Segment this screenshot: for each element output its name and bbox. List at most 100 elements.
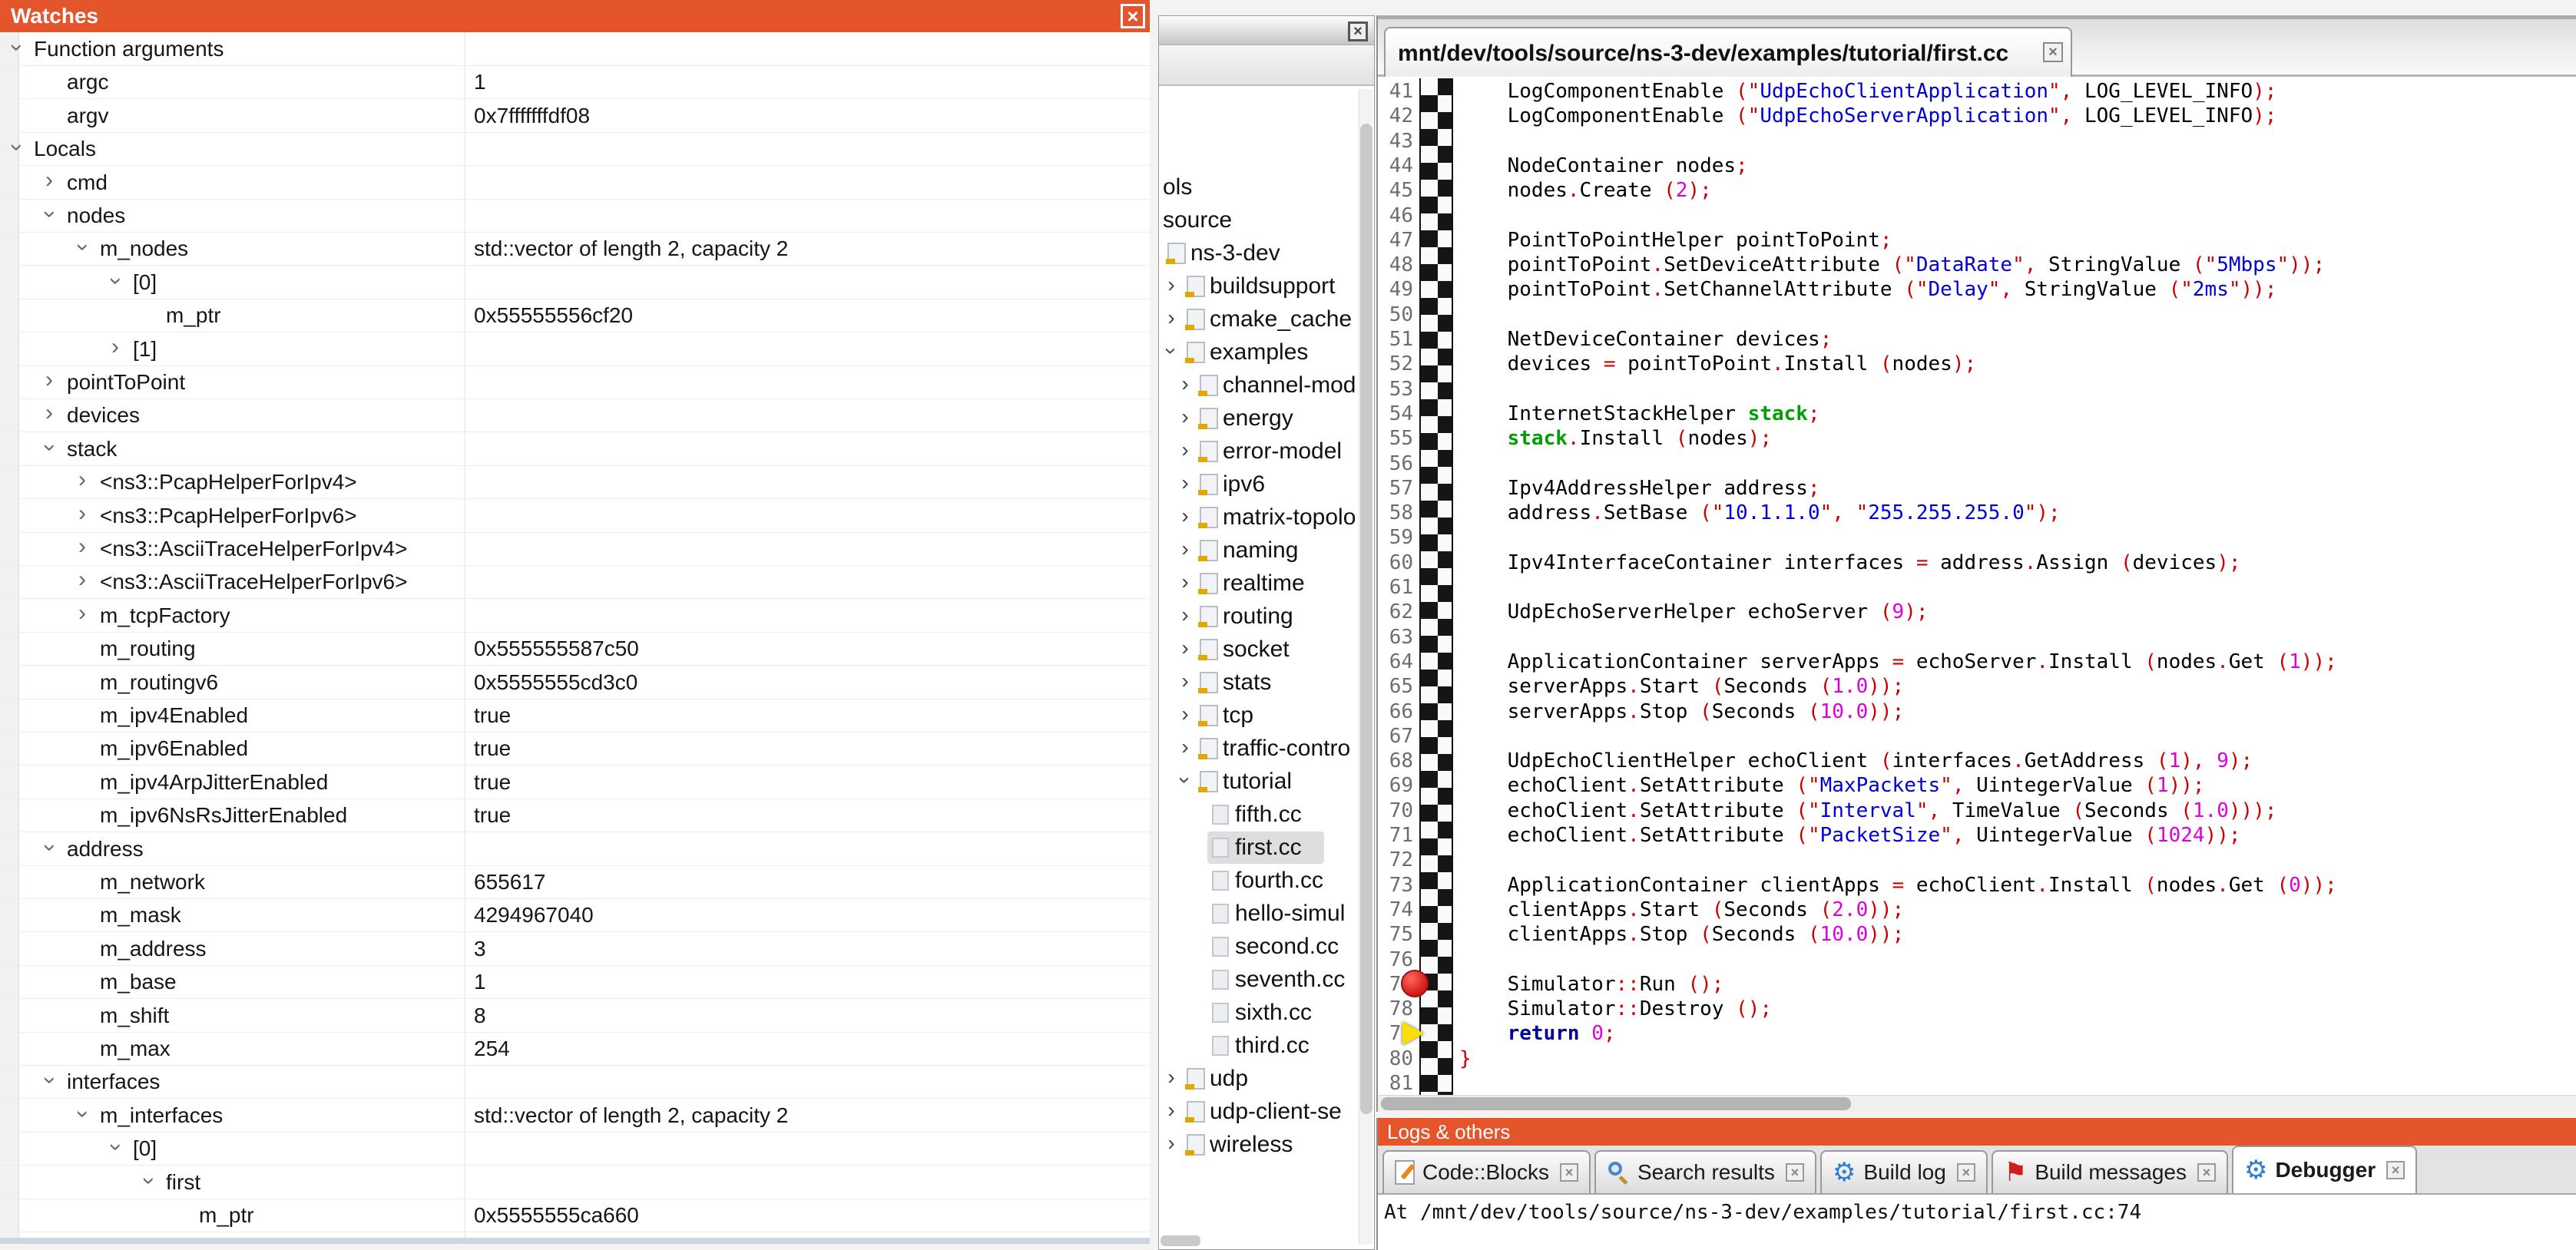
- line-number[interactable]: 44: [1378, 154, 1413, 177]
- watch-row[interactable]: m_ptr0x5555555ca660: [0, 1199, 1150, 1232]
- tree-body[interactable]: olssourcens-3-dev›buildsupport›cmake_cac…: [1159, 88, 1374, 1249]
- tree-item-udp-client-se[interactable]: ›udp-client-se: [1159, 1096, 1374, 1129]
- watch-row[interactable]: argc1: [0, 65, 1150, 99]
- watch-row[interactable]: ›<ns3::PcapHelperForIpv6>: [0, 499, 1150, 533]
- code-line-55[interactable]: 55 stack.Install (nodes);: [1378, 425, 2576, 451]
- tree-item-seventh-cc[interactable]: seventh.cc: [1159, 964, 1374, 997]
- expand-arrow-icon[interactable]: ›: [1161, 1131, 1181, 1156]
- line-number[interactable]: 50: [1378, 303, 1413, 326]
- code-line-54[interactable]: 54 InternetStackHelper stack;: [1378, 401, 2576, 426]
- watch-row[interactable]: m_routingv60x5555555cd3c0: [0, 666, 1150, 699]
- close-icon[interactable]: ×: [1786, 1163, 1804, 1182]
- line-number[interactable]: 46: [1378, 204, 1413, 227]
- line-number[interactable]: 55: [1378, 427, 1413, 450]
- code-line-57[interactable]: 57 Ipv4AddressHelper address;: [1378, 475, 2576, 501]
- expand-arrow-icon[interactable]: ›: [1175, 537, 1195, 561]
- line-number[interactable]: 75: [1378, 923, 1413, 946]
- tree-item-tcp[interactable]: ›tcp: [1159, 699, 1374, 732]
- code-area[interactable]: 41 LogComponentEnable ("UdpEchoClientApp…: [1378, 77, 2576, 1095]
- watch-row[interactable]: m_ipv6Enabledtrue: [0, 732, 1150, 766]
- line-number[interactable]: 67: [1378, 725, 1413, 748]
- code-line-47[interactable]: 47 PointToPointHelper pointToPoint;: [1378, 227, 2576, 253]
- line-number[interactable]: 49: [1378, 278, 1413, 301]
- line-number[interactable]: 48: [1378, 253, 1413, 276]
- code-line-68[interactable]: 68 UdpEchoClientHelper echoClient (inter…: [1378, 748, 2576, 773]
- line-number[interactable]: 42: [1378, 104, 1413, 127]
- code-line-43[interactable]: 43: [1378, 128, 2576, 154]
- tree-item-fourth-cc[interactable]: fourth.cc: [1159, 865, 1374, 898]
- logs-tab-build-log[interactable]: ⚙Build log×: [1820, 1150, 1988, 1193]
- close-icon[interactable]: ×: [2043, 42, 2063, 62]
- code-line-60[interactable]: 60 Ipv4InterfaceContainer interfaces = a…: [1378, 550, 2576, 575]
- tree-item-channel-mod[interactable]: ›channel-mod: [1159, 369, 1374, 402]
- expand-arrow-icon[interactable]: ›: [1175, 405, 1195, 429]
- line-number[interactable]: 58: [1378, 501, 1413, 524]
- line-number[interactable]: 69: [1378, 774, 1413, 797]
- line-number[interactable]: 74: [1378, 898, 1413, 921]
- watch-row[interactable]: ›<ns3::AsciiTraceHelperForIpv4>: [0, 532, 1150, 566]
- code-line-81[interactable]: 81: [1378, 1070, 2576, 1095]
- line-number[interactable]: 57: [1378, 477, 1413, 500]
- tree-item-wireless[interactable]: ›wireless: [1159, 1129, 1374, 1162]
- watch-row[interactable]: m_ipv6NsRsJitterEnabledtrue: [0, 799, 1150, 832]
- expand-arrow-icon[interactable]: ›: [1161, 1065, 1181, 1090]
- tree-item-ipv6[interactable]: ›ipv6: [1159, 468, 1374, 501]
- line-number[interactable]: 56: [1378, 452, 1413, 475]
- watch-row[interactable]: ›m_tcpFactory: [0, 599, 1150, 633]
- code-line-75[interactable]: 75 clientApps.Stop (Seconds (10.0));: [1378, 921, 2576, 947]
- watch-row[interactable]: m_ipv4ArpJitterEnabledtrue: [0, 766, 1150, 799]
- code-line-45[interactable]: 45 nodes.Create (2);: [1378, 177, 2576, 203]
- watch-row[interactable]: m_network655617: [0, 865, 1150, 899]
- collapse-arrow-icon[interactable]: ›: [103, 1137, 127, 1157]
- tree-item-ns-3-dev[interactable]: ns-3-dev: [1159, 237, 1374, 270]
- line-number[interactable]: 64: [1378, 650, 1413, 673]
- code-line-76[interactable]: 76: [1378, 947, 2576, 972]
- expand-arrow-icon[interactable]: ›: [1175, 702, 1195, 726]
- tree-item-energy[interactable]: ›energy: [1159, 402, 1374, 435]
- expand-arrow-icon[interactable]: ›: [1175, 735, 1195, 759]
- expand-arrow-icon[interactable]: ›: [72, 502, 92, 527]
- expand-arrow-icon[interactable]: ›: [105, 336, 125, 360]
- code-line-80[interactable]: 80}: [1378, 1046, 2576, 1071]
- expand-arrow-icon[interactable]: ›: [1175, 504, 1195, 528]
- code-line-79[interactable]: 79 return 0;: [1378, 1020, 2576, 1046]
- editor-horizontal-scrollbar[interactable]: [1378, 1095, 2576, 1112]
- tree-titlebar[interactable]: ×: [1159, 16, 1374, 45]
- logs-tab-code-blocks[interactable]: Code::Blocks×: [1382, 1150, 1591, 1193]
- code-line-50[interactable]: 50: [1378, 302, 2576, 327]
- tree-horizontal-scrollbar-thumb[interactable]: [1161, 1235, 1200, 1246]
- expand-arrow-icon[interactable]: ›: [72, 468, 92, 493]
- watch-row[interactable]: ›address: [0, 832, 1150, 866]
- code-line-70[interactable]: 70 echoClient.SetAttribute ("Interval", …: [1378, 798, 2576, 823]
- watch-row[interactable]: ›Locals: [0, 132, 1150, 166]
- tree-item-buildsupport[interactable]: ›buildsupport: [1159, 270, 1374, 303]
- close-icon[interactable]: ×: [2386, 1161, 2405, 1179]
- code-line-73[interactable]: 73 ApplicationContainer clientApps = ech…: [1378, 872, 2576, 898]
- tree-item-examples[interactable]: ›examples: [1159, 336, 1374, 369]
- tree-item-hello-simul[interactable]: hello-simul: [1159, 898, 1374, 931]
- code-line-42[interactable]: 42 LogComponentEnable ("UdpEchoServerApp…: [1378, 103, 2576, 128]
- collapse-arrow-icon[interactable]: ›: [70, 237, 94, 257]
- watch-row[interactable]: ›<ns3::AsciiTraceHelperForIpv6>: [0, 565, 1150, 599]
- expand-arrow-icon[interactable]: ›: [1161, 1098, 1181, 1123]
- line-number[interactable]: 45: [1378, 179, 1413, 202]
- tree-item-second-cc[interactable]: second.cc: [1159, 931, 1374, 964]
- watch-row[interactable]: ›nodes: [0, 199, 1150, 233]
- line-number[interactable]: 68: [1378, 749, 1413, 772]
- watch-row[interactable]: m_address3: [0, 932, 1150, 966]
- code-line-48[interactable]: 48 pointToPoint.SetDeviceAttribute ("Dat…: [1378, 252, 2576, 277]
- expand-arrow-icon[interactable]: ›: [72, 602, 92, 627]
- line-number[interactable]: 41: [1378, 80, 1413, 103]
- code-line-77[interactable]: 77 Simulator::Run ();: [1378, 971, 2576, 997]
- close-icon[interactable]: ×: [1121, 4, 1145, 28]
- collapse-arrow-icon[interactable]: ›: [136, 1171, 161, 1191]
- expand-arrow-icon[interactable]: ›: [1161, 306, 1181, 330]
- collapse-arrow-icon[interactable]: ›: [37, 438, 61, 458]
- code-line-66[interactable]: 66 serverApps.Stop (Seconds (10.0));: [1378, 699, 2576, 724]
- code-line-61[interactable]: 61: [1378, 574, 2576, 600]
- tree-item-matrix-topolo[interactable]: ›matrix-topolo: [1159, 501, 1374, 534]
- line-number[interactable]: 47: [1378, 229, 1413, 252]
- collapse-arrow-icon[interactable]: ›: [103, 271, 127, 291]
- tree-item-sixth-cc[interactable]: sixth.cc: [1159, 997, 1374, 1030]
- expand-arrow-icon[interactable]: ›: [72, 568, 92, 593]
